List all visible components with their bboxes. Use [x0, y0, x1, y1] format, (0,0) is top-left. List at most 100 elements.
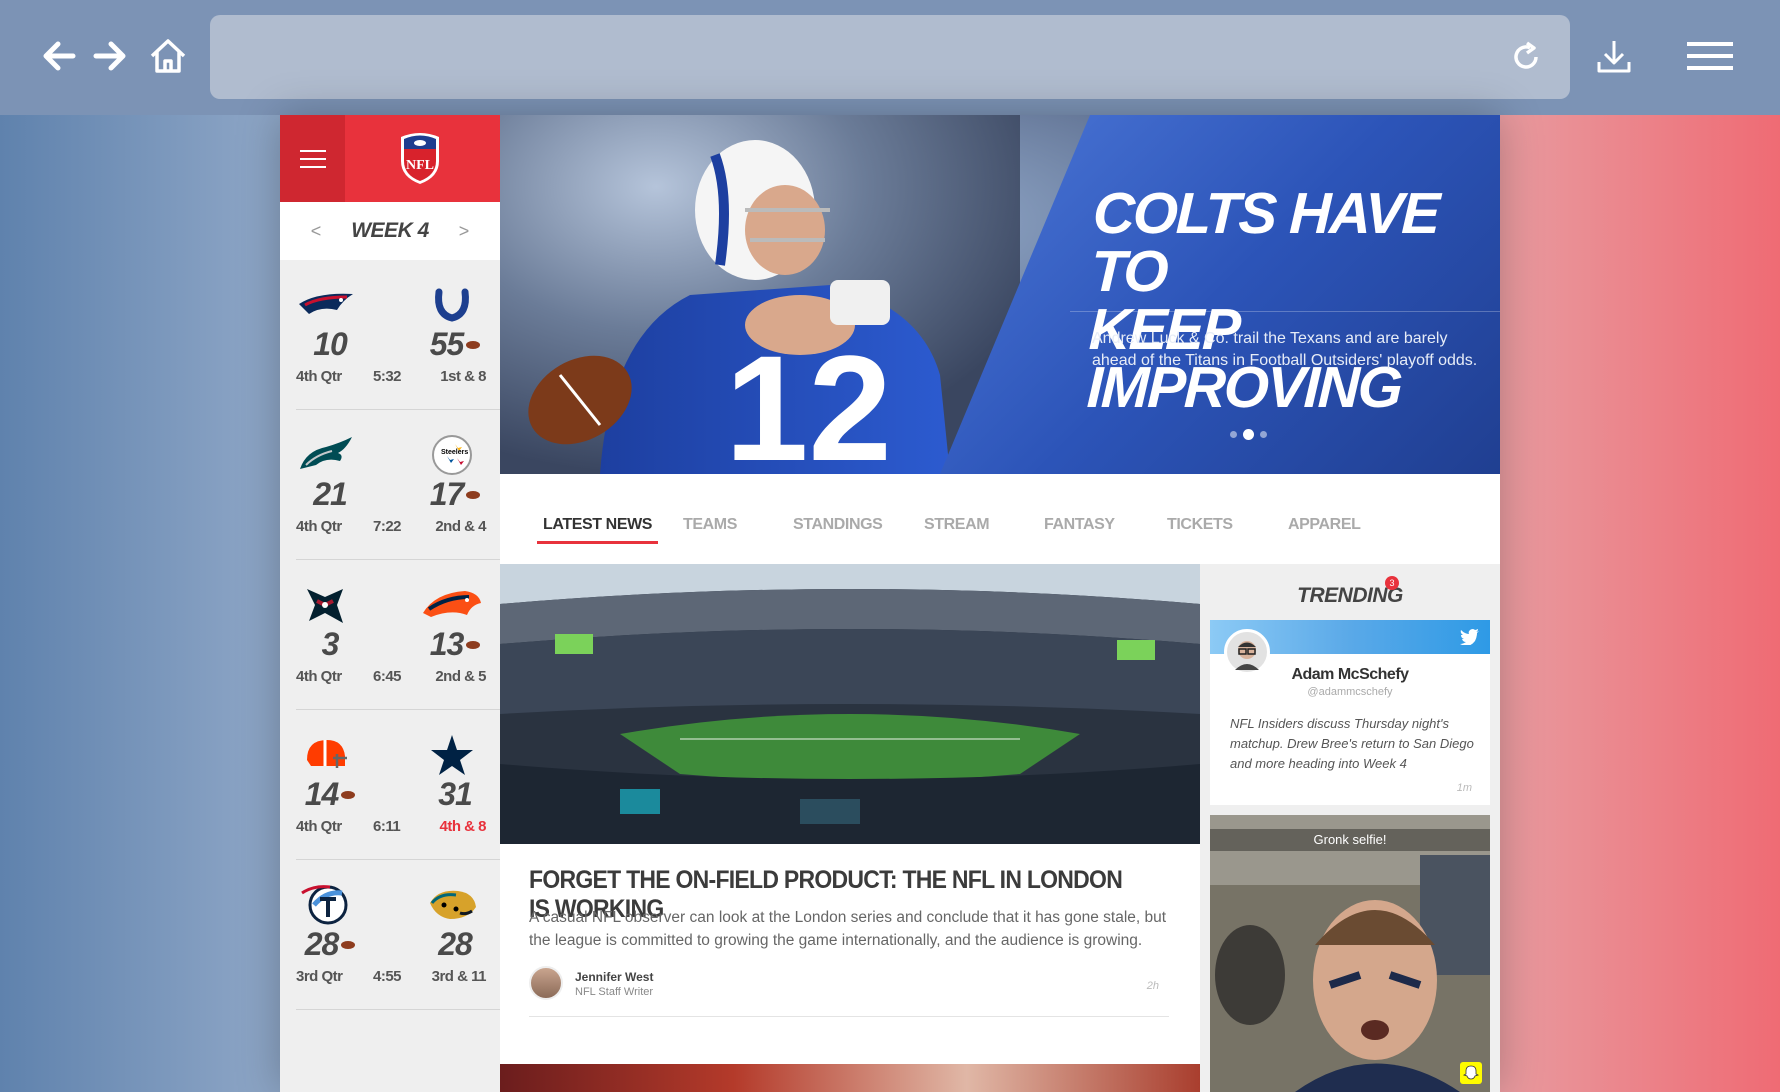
article-summary: A casual NFL observer can look at the Lo… [529, 909, 1167, 949]
snap-caption: Gronk selfie! [1210, 829, 1490, 851]
tab-latest-news[interactable]: LATEST NEWS [536, 516, 659, 544]
tab-tickets[interactable]: TICKETS [1167, 516, 1233, 534]
next-article-preview[interactable] [500, 1064, 1200, 1092]
person-glasses-icon [1235, 641, 1259, 670]
trending-title: TRENDING [1297, 584, 1403, 607]
away-score: 55 [415, 326, 495, 363]
carousel-dot[interactable] [1260, 431, 1267, 438]
game-score-card[interactable]: 14 31 4th Qtr 6:11 4th & 8 [280, 710, 500, 860]
stadium-photo [500, 564, 1200, 844]
forward-button[interactable] [86, 32, 134, 80]
home-score: 14 [290, 776, 370, 813]
game-clock: 6:11 [373, 818, 401, 835]
trending-count-badge: 3 [1385, 576, 1399, 590]
game-down-distance: 2nd & 4 [435, 518, 486, 535]
game-score-card[interactable]: 3 13 4th Qtr 6:45 2nd & 5 [280, 560, 500, 710]
broncos-logo-icon [416, 582, 488, 628]
tab-stream[interactable]: STREAM [924, 516, 990, 534]
carousel-dot[interactable] [1230, 431, 1237, 438]
twitter-bird-icon [1460, 629, 1479, 645]
game-clock: 5:32 [373, 368, 402, 385]
browser-toolbar [0, 0, 1780, 115]
hamburger-icon [299, 149, 326, 168]
address-bar[interactable] [210, 15, 1570, 99]
home-score: 10 [313, 326, 348, 362]
quarterback-photo: 12 [500, 115, 1020, 474]
home-button[interactable] [144, 32, 192, 80]
next-week-button[interactable]: > [459, 221, 470, 242]
reload-icon [1514, 41, 1538, 69]
sidebar-header: NFL [280, 115, 500, 202]
colts-logo-icon [416, 282, 488, 328]
hero-banner[interactable]: 12 COLTS HAVE TO KEEP IMPROVING Andrew L… [500, 115, 1500, 474]
home-score: 3 [321, 626, 340, 662]
game-quarter: 4th Qtr [296, 818, 342, 835]
prev-week-button[interactable]: < [311, 221, 322, 242]
tweet-card[interactable]: Adam McSchefy @adammcschefy NFL Insiders… [1210, 620, 1490, 805]
arrow-right-icon [93, 41, 126, 71]
reload-button[interactable] [1510, 41, 1542, 78]
away-score: 17 [415, 476, 495, 513]
home-icon [150, 39, 186, 73]
tweet-handle[interactable]: @adammcschefy [1210, 686, 1490, 698]
game-clock: 6:45 [373, 668, 402, 685]
titans-logo-icon [290, 882, 362, 928]
football-possession-icon [341, 790, 356, 799]
browser-menu-button[interactable] [1684, 32, 1736, 80]
nfl-shield-icon: NFL [401, 133, 439, 184]
author-name[interactable]: Jennifer West [575, 970, 653, 984]
nfl-page: NFL < WEEK 4 > 10 55 4th Qtr 5:32 1st & … [280, 115, 1500, 1092]
game-divider [296, 1009, 500, 1010]
tab-teams[interactable]: TEAMS [683, 516, 737, 534]
tab-apparel[interactable]: APPAREL [1288, 516, 1361, 534]
trending-panel: TRENDING 3 Adam McSchefy @adammcschefy N… [1200, 564, 1500, 1092]
week-label: WEEK 4 [351, 219, 429, 242]
game-down-distance: 1st & 8 [440, 368, 486, 385]
week-selector: < WEEK 4 > [280, 202, 500, 260]
football-possession-icon [466, 490, 481, 499]
game-score-card[interactable]: Steelers 21 17 4th Qtr 7:22 2nd & 4 [280, 410, 500, 560]
game-down-distance: 3rd & 11 [431, 968, 487, 985]
browns-logo-icon [290, 732, 362, 778]
article-author: Jennifer West NFL Staff Writer 2h [529, 964, 1169, 1012]
away-score: 28 [438, 926, 473, 962]
football-possession-icon [466, 640, 481, 649]
game-quarter: 4th Qtr [296, 518, 342, 535]
author-avatar[interactable] [529, 966, 563, 1000]
author-role: NFL Staff Writer [575, 986, 654, 998]
article-timestamp: 2h [1146, 980, 1159, 992]
nfl-logo[interactable]: NFL [398, 129, 442, 190]
steelers-logo-icon: Steelers [416, 432, 488, 478]
sidebar-menu-button[interactable] [280, 115, 345, 202]
game-score-card[interactable]: 28 28 3rd Qtr 4:55 3rd & 11 [280, 860, 500, 1010]
article-divider [529, 1016, 1169, 1017]
hero-title[interactable]: COLTS HAVE TO KEEP IMPROVING [1086, 181, 1494, 420]
snapchat-ghost-icon [1460, 1062, 1482, 1084]
download-button[interactable] [1590, 32, 1638, 80]
article-card[interactable]: FORGET THE ON-FIELD PRODUCT: THE NFL IN … [500, 564, 1200, 1092]
tweet-author-name[interactable]: Adam McSchefy [1210, 666, 1490, 684]
cowboys-logo-icon [416, 732, 488, 778]
snapchat-card[interactable]: Gronk selfie! [1210, 815, 1490, 1092]
game-down-distance: 4th & 8 [439, 818, 486, 835]
carousel-dot[interactable] [1243, 429, 1254, 440]
tab-fantasy[interactable]: FANTASY [1044, 516, 1115, 534]
football-possession-icon [341, 940, 356, 949]
selfie-photo [1210, 815, 1490, 1092]
game-clock: 4:55 [373, 968, 402, 985]
scores-sidebar: NFL < WEEK 4 > 10 55 4th Qtr 5:32 1st & … [280, 115, 500, 1092]
back-button[interactable] [35, 32, 83, 80]
jaguars-logo-icon [416, 882, 488, 928]
tweet-timestamp: 1m [1456, 782, 1472, 794]
tweet-text: NFL Insiders discuss Thursday night's ma… [1230, 716, 1474, 771]
patriots-logo-icon [290, 282, 362, 328]
tab-standings[interactable]: STANDINGS [793, 516, 883, 534]
game-down-distance: 2nd & 5 [435, 668, 486, 685]
carousel-dots [1230, 429, 1267, 440]
home-score: 21 [313, 476, 348, 512]
game-score-card[interactable]: 10 55 4th Qtr 5:32 1st & 8 [280, 260, 500, 410]
away-score: 31 [438, 776, 473, 812]
svg-text:NFL: NFL [406, 158, 434, 173]
eagles-logo-icon [290, 432, 362, 478]
arrow-left-icon [43, 41, 76, 71]
